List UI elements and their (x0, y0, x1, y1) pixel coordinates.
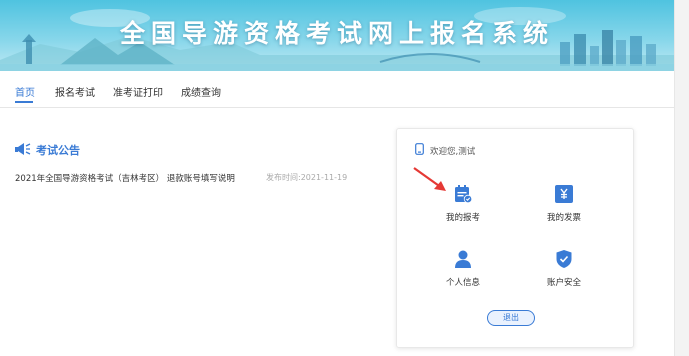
welcome-row: 欢迎您,测试 (415, 143, 475, 158)
user-icon (453, 249, 473, 269)
megaphone-icon (15, 141, 31, 160)
announcement-title: 考试公告 (36, 144, 80, 157)
announcement-date: 发布时间:2021-11-19 (266, 173, 348, 182)
red-arrow-annotation (413, 167, 446, 191)
tile-label: 账户安全 (546, 278, 581, 288)
scrollbar[interactable] (674, 0, 689, 356)
main-nav: 首页 报名考试 准考证打印 成绩查询 (0, 71, 674, 107)
active-tab-indicator (15, 101, 33, 103)
tab-home[interactable]: 首页 (15, 84, 35, 99)
announcement-link[interactable]: 2021年全国导游资格考试（吉林考区） 退款账号填写说明 (15, 172, 235, 184)
announcement-header: 考试公告 (15, 142, 80, 158)
tile-label: 个人信息 (445, 278, 480, 288)
invoice-icon (554, 184, 574, 204)
tile-label: 我的报考 (445, 213, 480, 223)
tile-personal-info[interactable]: 个人信息 (423, 249, 503, 293)
tile-label: 我的发票 (546, 213, 581, 223)
user-panel: 欢迎您,测试 我的报考 我的发票 个人信息 账户安全 退出 (396, 128, 634, 348)
tab-exam-registration[interactable]: 报名考试 (55, 84, 95, 99)
tab-admission-ticket[interactable]: 准考证打印 (113, 84, 163, 99)
nav-divider (0, 107, 674, 108)
logout-button[interactable]: 退出 (487, 310, 535, 326)
system-title: 全国导游资格考试网上报名系统 (119, 19, 554, 48)
welcome-text: 欢迎您,测试 (430, 146, 476, 157)
phone-icon (415, 143, 424, 158)
tile-my-invoice[interactable]: 我的发票 (524, 184, 604, 228)
shield-check-icon (554, 249, 574, 269)
header-banner: 全国导游资格考试网上报名系统 (0, 0, 674, 71)
calendar-check-icon (453, 184, 473, 204)
tile-account-security[interactable]: 账户安全 (524, 249, 604, 293)
tab-score-query[interactable]: 成绩查询 (181, 84, 221, 99)
